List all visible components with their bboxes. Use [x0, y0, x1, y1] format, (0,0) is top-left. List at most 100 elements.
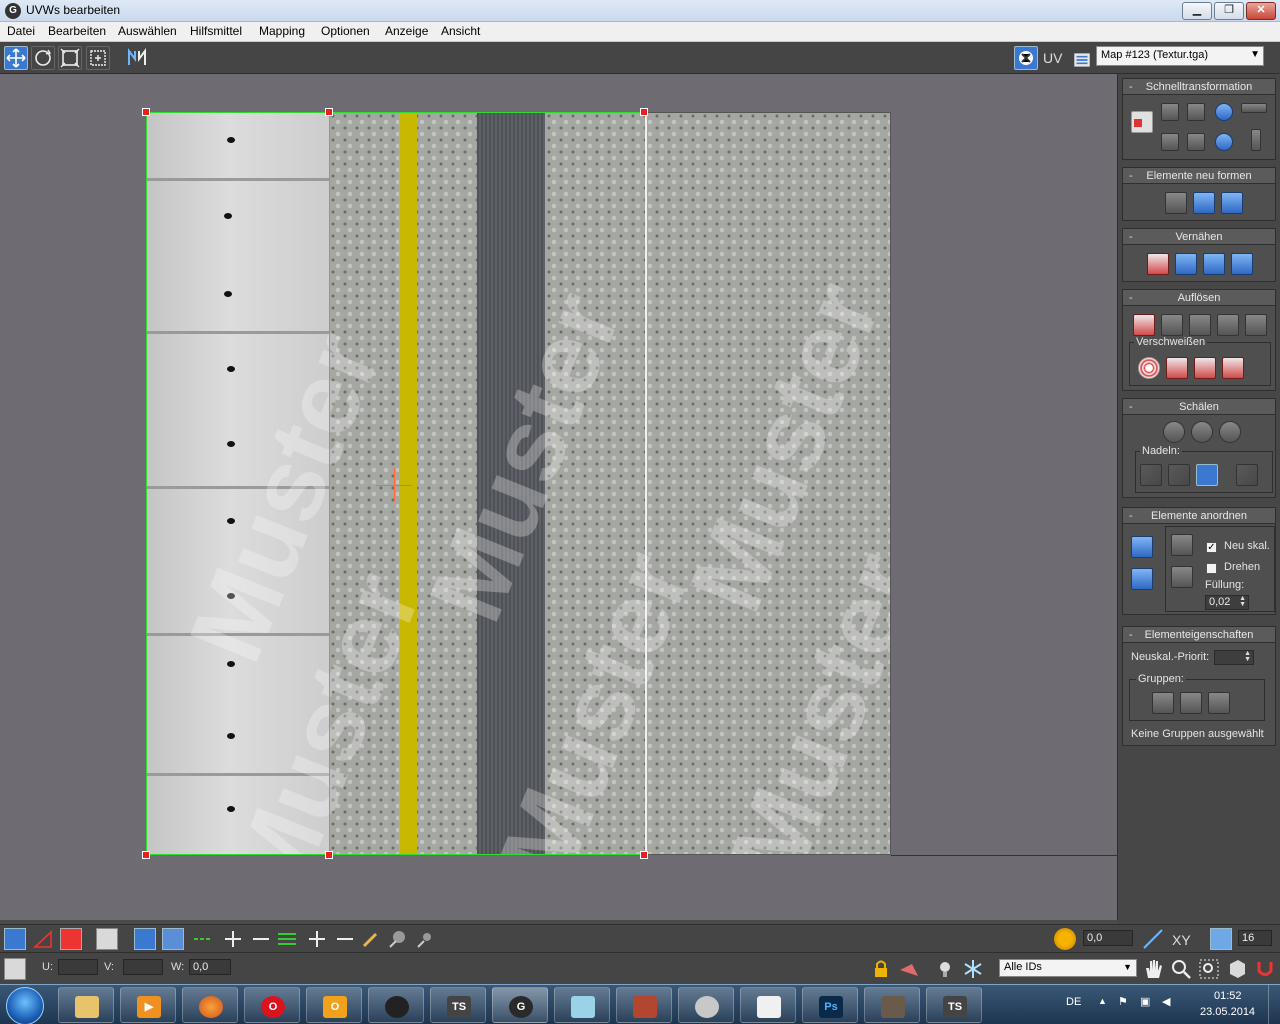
ring-plus-icon[interactable]	[306, 928, 328, 950]
clock-date[interactable]: 23.05.2014	[1200, 1006, 1255, 1018]
uv-label[interactable]: UV	[1043, 50, 1062, 66]
menu-ansicht[interactable]: Ansicht	[441, 24, 480, 38]
taskbar-outlook[interactable]: O	[306, 987, 362, 1023]
close-button[interactable]: ✕	[1246, 2, 1276, 20]
paint-shrink-icon[interactable]	[414, 928, 436, 950]
taskbar-train-simulator-2[interactable]: TS	[926, 987, 982, 1023]
distribute-h-icon[interactable]	[1241, 103, 1267, 113]
w-input[interactable]: 0,0	[189, 959, 231, 975]
taskbar-notepad[interactable]	[554, 987, 610, 1023]
stitch-average-icon[interactable]	[1175, 253, 1197, 275]
paint-select-icon[interactable]	[360, 928, 382, 950]
loop-minus-icon[interactable]	[250, 928, 272, 950]
rollout-header[interactable]: - Elemente anordnen	[1123, 508, 1275, 524]
rollout-header[interactable]: - Schälen	[1123, 399, 1275, 415]
element-mode-icon[interactable]	[96, 928, 118, 950]
language-indicator[interactable]: DE	[1066, 996, 1081, 1008]
explode-sphere-icon[interactable]	[1217, 314, 1239, 336]
app-icon[interactable]: G	[5, 3, 21, 19]
id-filter-select[interactable]: Alle IDs ▼	[999, 959, 1137, 977]
relax-settings-icon[interactable]	[1221, 192, 1243, 214]
map-select[interactable]: Map #123 (Textur.tga) ▼	[1096, 46, 1264, 66]
weld-all-icon[interactable]	[1222, 357, 1244, 379]
checker-map-icon[interactable]	[1014, 46, 1038, 70]
loop-plus-icon[interactable]	[222, 928, 244, 950]
uv-edge[interactable]	[146, 112, 644, 113]
reset-peel-icon[interactable]	[1219, 421, 1241, 443]
network-icon[interactable]: ▣	[1140, 995, 1150, 1008]
show-desktop-button[interactable]	[1268, 985, 1280, 1024]
paint-grow-icon[interactable]	[386, 928, 408, 950]
weld-threshold-icon[interactable]	[1194, 357, 1216, 379]
neuskal-priorit-spinner[interactable]: ▲ ▼	[1214, 650, 1254, 665]
pack-custom-icon[interactable]	[1171, 534, 1193, 556]
straighten-selection-icon[interactable]	[1165, 192, 1187, 214]
menu-datei[interactable]: Datei	[7, 24, 35, 38]
u-input[interactable]	[58, 959, 98, 975]
break-icon[interactable]	[1133, 314, 1155, 336]
clock-time[interactable]: 01:52	[1214, 990, 1242, 1002]
edge-mode-icon[interactable]	[32, 928, 54, 950]
auto-pin-icon[interactable]	[1196, 464, 1218, 486]
align-y-icon[interactable]	[1161, 133, 1179, 151]
uv-edge[interactable]	[146, 854, 644, 855]
rollout-header[interactable]: - Elemente neu formen	[1123, 168, 1275, 184]
drehen-checkbox[interactable]	[1206, 563, 1217, 574]
ring-minus-icon[interactable]	[334, 928, 356, 950]
taskbar-train-simulator[interactable]: TS	[430, 987, 486, 1023]
rotate-plus-icon[interactable]	[1215, 103, 1233, 121]
distribute-v-icon[interactable]	[1251, 129, 1261, 151]
rollout-header[interactable]: - Vernähen	[1123, 229, 1275, 245]
fuellung-spinner[interactable]: 0,02 ▲ ▼	[1205, 595, 1249, 610]
snap-magnet-icon[interactable]	[1254, 958, 1276, 980]
taskbar-steam[interactable]	[368, 987, 424, 1023]
target-weld-icon[interactable]	[1138, 357, 1160, 379]
lock-icon[interactable]	[870, 958, 892, 980]
uv-vertex[interactable]	[142, 108, 150, 116]
grow-selection-icon[interactable]	[134, 928, 156, 950]
uv-edge[interactable]	[146, 112, 147, 855]
rollout-header[interactable]: - Elementeigenschaften	[1123, 627, 1275, 643]
soft-select-icon[interactable]	[1054, 928, 1076, 950]
relax-icon[interactable]	[1193, 192, 1215, 214]
texture-map[interactable]: Muster Muster Muster Muster Muster Muste…	[146, 112, 891, 855]
taskbar-locomotive-game[interactable]	[864, 987, 920, 1023]
maximize-button[interactable]: ❐	[1214, 2, 1244, 20]
mirror-icon[interactable]	[125, 46, 149, 70]
align-diagonal-icon[interactable]	[1187, 103, 1205, 121]
menu-hilfsmittel[interactable]: Hilfsmittel	[190, 24, 242, 38]
stitch-source-icon[interactable]	[1203, 253, 1225, 275]
neu-skal-checkbox[interactable]: ✓	[1206, 542, 1217, 553]
scale-icon[interactable]	[58, 46, 82, 70]
absolute-offset-icon[interactable]	[4, 958, 26, 980]
taskbar-photoshop[interactable]: Ps	[802, 987, 858, 1023]
weld-selected-icon[interactable]	[1166, 357, 1188, 379]
select-pins-icon[interactable]	[1236, 464, 1258, 486]
menu-auswaehlen[interactable]: Auswählen	[118, 24, 177, 38]
menu-anzeige[interactable]: Anzeige	[385, 24, 428, 38]
freeze-icon[interactable]	[962, 958, 984, 980]
taskbar-3ds-max[interactable]: G	[492, 987, 548, 1023]
taskbar-opera[interactable]: O	[244, 987, 300, 1023]
pack-normalize-icon[interactable]	[1131, 536, 1153, 558]
vertex-mode-icon[interactable]	[4, 928, 26, 950]
rotate-minus-icon[interactable]	[1215, 133, 1233, 151]
rollout-header[interactable]: - Schnelltransformation	[1123, 79, 1275, 95]
falloff-line-icon[interactable]	[1142, 928, 1164, 950]
zoom-region-icon[interactable]	[1198, 958, 1220, 980]
taskbar-media-player[interactable]: ▶	[120, 987, 176, 1023]
rollout-header[interactable]: - Auflösen	[1123, 290, 1275, 306]
freeform-icon[interactable]	[86, 46, 110, 70]
pack-rescale-icon[interactable]	[1171, 566, 1193, 588]
loop-grow-icon[interactable]	[192, 928, 214, 950]
volume-icon[interactable]: ◀	[1162, 995, 1170, 1008]
pin-icon[interactable]	[1140, 464, 1162, 486]
detach-polygon-icon[interactable]	[1189, 314, 1211, 336]
taskbar-layout-app[interactable]	[740, 987, 796, 1023]
list-icon[interactable]	[1070, 48, 1090, 67]
uv-vertex[interactable]	[325, 851, 333, 859]
align-straighten-icon[interactable]	[1187, 133, 1205, 151]
start-button[interactable]	[6, 987, 44, 1024]
flag-icon[interactable]: ⚑	[1118, 995, 1128, 1008]
move-icon[interactable]	[4, 46, 28, 70]
